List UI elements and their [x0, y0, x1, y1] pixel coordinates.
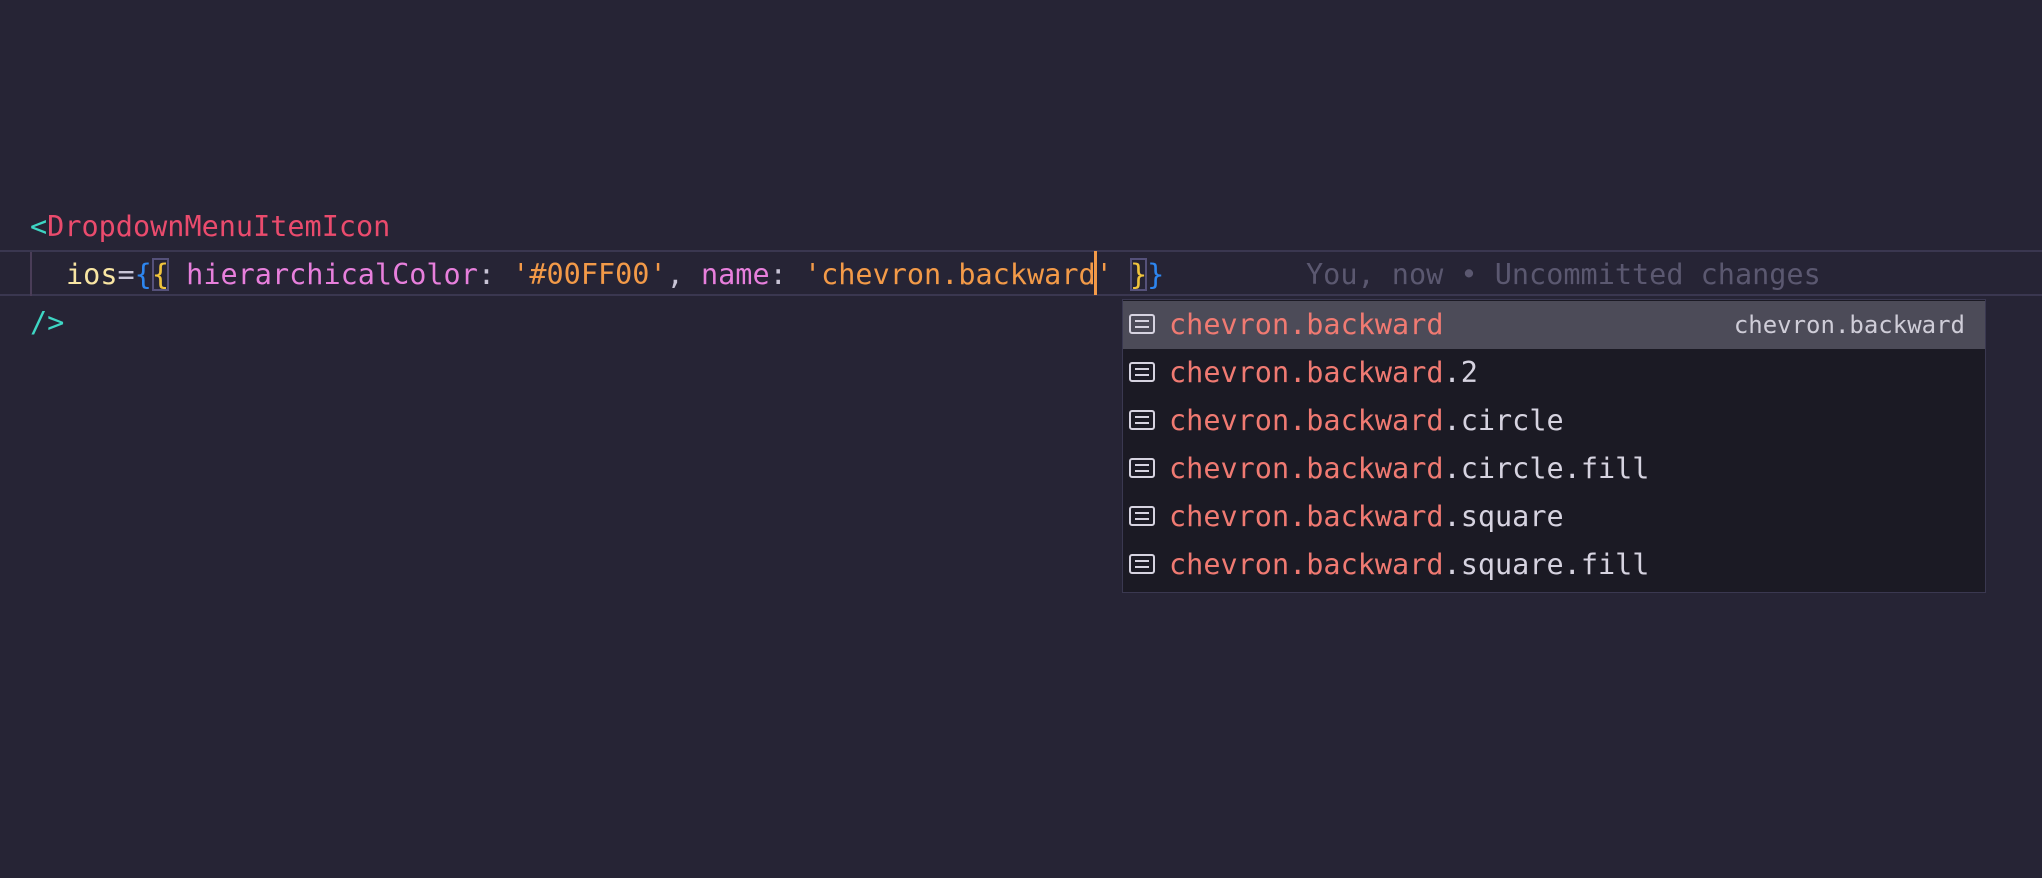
suggestion-label: chevron.backward.circle	[1169, 397, 1564, 445]
tag-self-close: />	[30, 306, 65, 339]
text-icon	[1129, 410, 1155, 430]
suggestion-rest: .circle	[1443, 404, 1564, 437]
suggestion-rest: .circle.fill	[1443, 452, 1650, 485]
git-blame-annotation: You, now • Uncommitted changes	[1306, 258, 1821, 291]
string-closing-quote: '	[1095, 258, 1113, 291]
suggestion-match: chevron.backward	[1169, 548, 1444, 581]
code-line-3-content: />	[30, 299, 64, 347]
suggestion-label: chevron.backward.circle.fill	[1169, 445, 1649, 493]
suggestion-label: chevron.backward.square	[1169, 493, 1564, 541]
text-icon	[1129, 362, 1155, 382]
text-icon	[1129, 458, 1155, 478]
attribute-name: ios	[66, 258, 118, 291]
string-name-value: 'chevron.backward	[803, 258, 1096, 291]
code-line-1[interactable]: <DropdownMenuItemIcon	[0, 203, 2042, 251]
suggestion-match: chevron.backward	[1169, 356, 1444, 389]
text-icon	[1129, 506, 1155, 526]
string-color-value: '#00FF00'	[512, 258, 667, 291]
colon: :	[477, 258, 513, 291]
brace-open-inner: {	[151, 258, 169, 291]
suggestion-rest: .square	[1443, 500, 1564, 533]
tag-name: DropdownMenuItemIcon	[47, 210, 391, 243]
suggestion-item[interactable]: chevron.backward chevron.backward	[1123, 301, 1985, 349]
text-icon	[1129, 314, 1155, 334]
suggestion-rest: .2	[1443, 356, 1478, 389]
brace-close-outer: }	[1147, 258, 1165, 291]
text-icon	[1129, 554, 1155, 574]
equals-sign: =	[117, 258, 135, 291]
property-hierarchical-color: hierarchicalColor	[186, 258, 478, 291]
suggestion-item[interactable]: chevron.backward.2	[1123, 349, 1985, 397]
code-line-1-content: <DropdownMenuItemIcon	[30, 203, 390, 251]
suggestion-match: chevron.backward	[1169, 452, 1444, 485]
code-editor[interactable]: <DropdownMenuItemIcon ios={{ hierarchica…	[0, 0, 2042, 878]
suggestion-match: chevron.backward	[1169, 500, 1444, 533]
brace-close-inner: }	[1129, 258, 1148, 291]
code-line-2-content: ios={{ hierarchicalColor: '#00FF00', nam…	[66, 251, 1164, 299]
property-name: name	[700, 258, 770, 291]
suggestion-label: chevron.backward.square.fill	[1169, 541, 1649, 589]
suggestion-widget[interactable]: chevron.backward chevron.backward chevro…	[1122, 299, 1986, 593]
brace-open-outer: {	[134, 258, 152, 291]
suggestion-item[interactable]: chevron.backward.square	[1123, 493, 1985, 541]
suggestion-item[interactable]: chevron.backward.circle.fill	[1123, 445, 1985, 493]
comma: ,	[666, 258, 701, 291]
suggestion-match: chevron.backward	[1169, 404, 1444, 437]
suggestion-match: chevron.backward	[1169, 308, 1444, 341]
suggestion-detail: chevron.backward	[1733, 311, 1965, 339]
suggestion-item[interactable]: chevron.backward.square.fill	[1123, 541, 1985, 589]
suggestion-label: chevron.backward	[1169, 301, 1444, 349]
colon: :	[769, 258, 804, 291]
suggestion-rest: .square.fill	[1443, 548, 1650, 581]
tag-open-bracket: <	[30, 210, 48, 243]
suggestion-item[interactable]: chevron.backward.circle	[1123, 397, 1985, 445]
suggestion-label: chevron.backward.2	[1169, 349, 1478, 397]
